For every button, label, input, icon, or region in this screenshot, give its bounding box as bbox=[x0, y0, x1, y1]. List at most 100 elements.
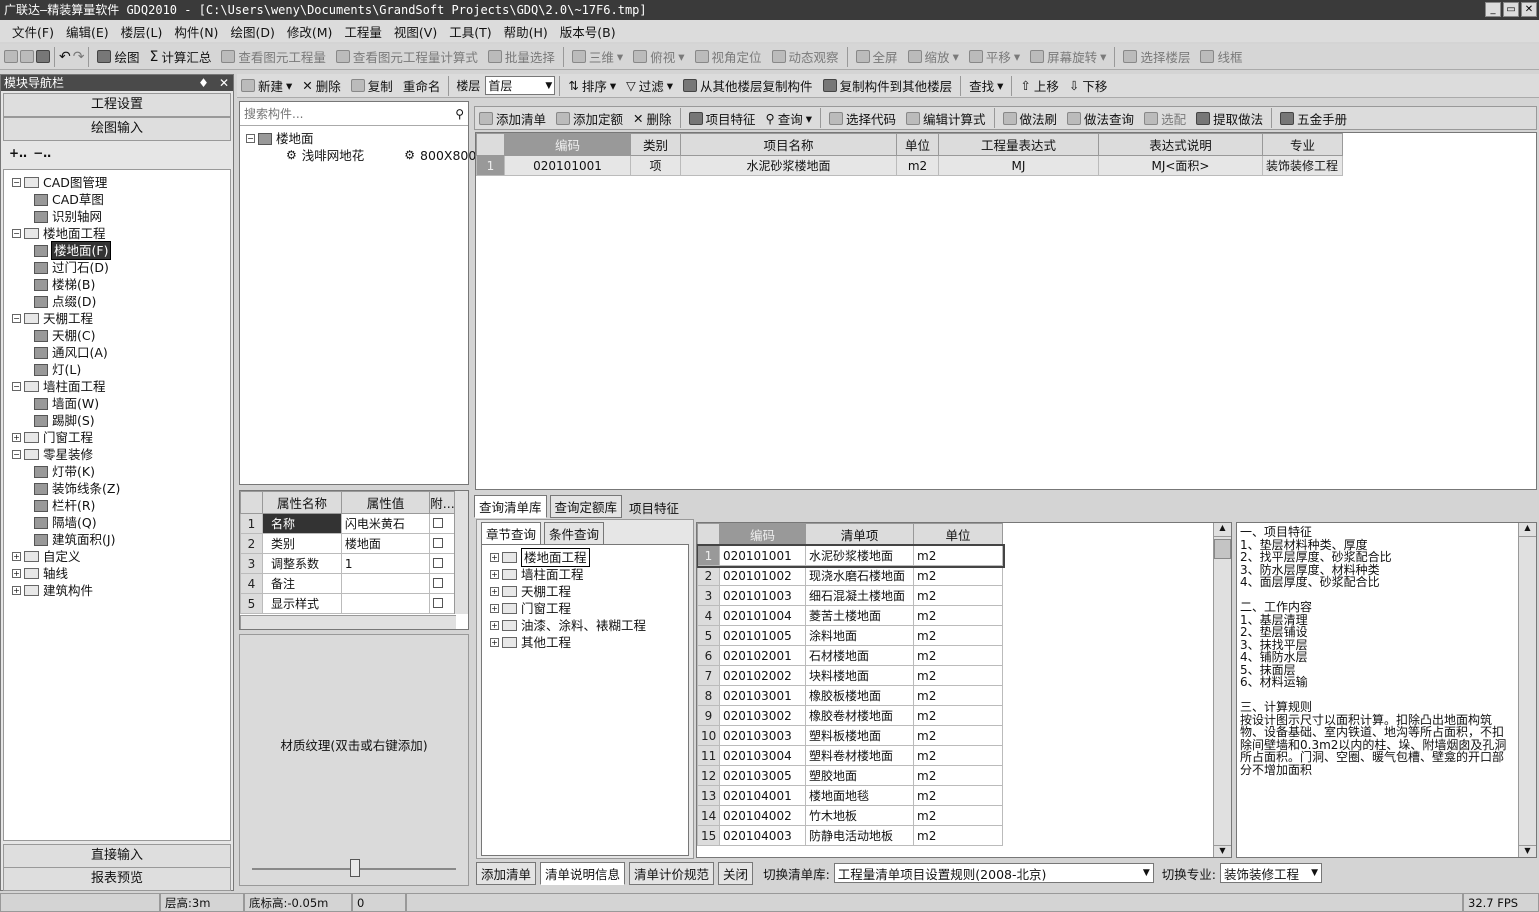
lib-col-code[interactable]: 编码 bbox=[719, 523, 806, 546]
floor-select[interactable]: 首层 ▼ bbox=[485, 76, 556, 95]
new-component-button[interactable]: 新建 ▾ bbox=[237, 75, 296, 97]
col-desc[interactable]: 表达式说明 bbox=[1098, 133, 1263, 156]
close-library-button[interactable]: 关闭 bbox=[718, 861, 754, 885]
lib-item[interactable]: 现浇水磨石楼地面 bbox=[805, 565, 914, 586]
chapter-folder[interactable]: + 门窗工程 bbox=[490, 600, 688, 617]
menu-draw[interactable]: 绘图(D) bbox=[224, 22, 280, 41]
table-row[interactable]: 2 020101002 现浇水磨石楼地面 m2 bbox=[697, 565, 1003, 586]
save-icon[interactable] bbox=[36, 50, 50, 63]
lib-code[interactable]: 020103004 bbox=[719, 745, 806, 766]
table-row[interactable]: 4 020101004 菱苦土楼地面 m2 bbox=[697, 605, 1003, 626]
expand-icon[interactable]: + bbox=[490, 570, 499, 579]
property-row[interactable]: 2 类别 楼地面 bbox=[240, 533, 456, 554]
project-settings-button[interactable]: 工程设置 bbox=[3, 93, 231, 117]
props-vscroll[interactable] bbox=[454, 491, 468, 614]
edit-formula-button[interactable]: 编辑计算式 bbox=[902, 107, 990, 129]
menu-edit[interactable]: 编辑(E) bbox=[60, 22, 115, 41]
tree-item[interactable]: 过门石(D) bbox=[12, 259, 230, 276]
lib-unit[interactable]: m2 bbox=[913, 605, 1003, 626]
lib-unit[interactable]: m2 bbox=[913, 805, 1003, 826]
lib-unit[interactable]: m2 bbox=[913, 645, 1003, 666]
lib-code[interactable]: 020101002 bbox=[719, 565, 806, 586]
expand-all-icon[interactable]: +‥ bbox=[9, 146, 27, 160]
collapse-icon[interactable]: − bbox=[12, 382, 21, 391]
item-feature-button[interactable]: 项目特征 bbox=[685, 107, 760, 129]
col-name[interactable]: 项目名称 bbox=[680, 133, 897, 156]
sort-button[interactable]: ⇅ 排序 ▾ bbox=[564, 75, 620, 97]
menu-component[interactable]: 构件(N) bbox=[168, 22, 224, 41]
top-view-button[interactable]: 俯视 ▾ bbox=[629, 46, 688, 68]
tree-item[interactable]: 天棚(C) bbox=[12, 327, 230, 344]
lib-item[interactable]: 橡胶卷材楼地面 bbox=[805, 705, 914, 726]
lib-code[interactable]: 020102002 bbox=[719, 665, 806, 686]
lib-unit[interactable]: m2 bbox=[913, 705, 1003, 726]
tree-item[interactable]: 楼梯(B) bbox=[12, 276, 230, 293]
property-row[interactable]: 3 调整系数 1 bbox=[240, 553, 456, 574]
lib-unit[interactable]: m2 bbox=[913, 785, 1003, 806]
lib-unit[interactable]: m2 bbox=[913, 725, 1003, 746]
props-hscroll[interactable] bbox=[240, 615, 456, 629]
expand-icon[interactable]: + bbox=[12, 586, 21, 595]
copy-from-floor-button[interactable]: 从其他楼层复制构件 bbox=[679, 75, 817, 97]
row-major[interactable]: 装饰装修工程 bbox=[1262, 155, 1343, 176]
tree-item[interactable]: 装饰线条(Z) bbox=[12, 480, 230, 497]
tab-condition-query[interactable]: 条件查询 bbox=[544, 522, 605, 545]
select-match-button[interactable]: 选配 bbox=[1140, 107, 1190, 129]
chapter-folder[interactable]: + 楼地面工程 bbox=[490, 548, 688, 567]
lib-code[interactable]: 020104002 bbox=[719, 805, 806, 826]
lib-unit[interactable]: m2 bbox=[913, 545, 1003, 566]
tree-item[interactable]: 栏杆(R) bbox=[12, 497, 230, 514]
tree-folder[interactable]: + 建筑构件 bbox=[12, 582, 230, 599]
lib-unit[interactable]: m2 bbox=[913, 765, 1003, 786]
lib-unit[interactable]: m2 bbox=[913, 585, 1003, 606]
direct-input-button[interactable]: 直接输入 bbox=[3, 844, 231, 868]
undo-icon[interactable]: ↶ bbox=[59, 49, 71, 65]
row-expr[interactable]: MJ bbox=[938, 155, 1099, 176]
open-file-icon[interactable] bbox=[20, 50, 34, 63]
collapse-all-icon[interactable]: −‥ bbox=[33, 146, 51, 160]
chapter-folder[interactable]: + 油漆、涂料、裱糊工程 bbox=[490, 617, 688, 634]
full-screen-button[interactable]: 全屏 bbox=[852, 46, 902, 68]
expand-icon[interactable]: + bbox=[490, 553, 499, 562]
filter-button[interactable]: ▽ 过滤 ▾ bbox=[622, 75, 677, 97]
new-file-icon[interactable] bbox=[4, 50, 18, 63]
tab-item-feature[interactable]: 项目特征 bbox=[625, 497, 683, 518]
lib-code[interactable]: 020103001 bbox=[719, 685, 806, 706]
find-button[interactable]: 查找 ▾ bbox=[965, 75, 1007, 97]
tree-folder[interactable]: + 轴线 bbox=[12, 565, 230, 582]
table-row[interactable]: 12 020103005 塑胶地面 m2 bbox=[697, 765, 1003, 786]
row-name[interactable]: 水泥砂浆楼地面 bbox=[680, 155, 897, 176]
query-button[interactable]: ⚲ 查询 ▾ bbox=[762, 107, 816, 129]
tree-folder[interactable]: + 自定义 bbox=[12, 548, 230, 565]
table-row[interactable]: 1 020101001 水泥砂浆楼地面 m2 bbox=[697, 543, 1005, 568]
lib-code[interactable]: 020103003 bbox=[719, 725, 806, 746]
move-up-button[interactable]: ⇧ 上移 bbox=[1016, 75, 1063, 97]
collapse-icon[interactable]: − bbox=[12, 229, 21, 238]
lib-unit[interactable]: m2 bbox=[913, 565, 1003, 586]
add-list-button[interactable]: 添加清单 bbox=[475, 107, 550, 129]
search-icon[interactable]: ⚲ bbox=[455, 107, 464, 121]
lib-code[interactable]: 020103005 bbox=[719, 765, 806, 786]
extract-method-button[interactable]: 提取做法 bbox=[1192, 107, 1267, 129]
property-row[interactable]: 5 显示样式 bbox=[240, 593, 456, 614]
lib-code[interactable]: 020102001 bbox=[719, 645, 806, 666]
texture-slider-thumb[interactable] bbox=[350, 859, 360, 877]
lib-code[interactable]: 020103002 bbox=[719, 705, 806, 726]
nav-close-icon[interactable]: ✕ bbox=[219, 76, 229, 90]
lib-col-item[interactable]: 清单项 bbox=[805, 523, 914, 546]
lib-item[interactable]: 楼地面地毯 bbox=[805, 785, 914, 806]
component-item[interactable]: ⚙ 浅啡网地花 bbox=[246, 147, 364, 164]
lib-code[interactable]: 020101004 bbox=[719, 605, 806, 626]
lib-item[interactable]: 塑料板楼地面 bbox=[805, 725, 914, 746]
switch-major-select[interactable]: 装饰装修工程 ▼ bbox=[1220, 863, 1322, 883]
tree-item[interactable]: 灯带(K) bbox=[12, 463, 230, 480]
lib-item[interactable]: 防静电活动地板 bbox=[805, 825, 914, 846]
property-value[interactable]: 楼地面 bbox=[340, 533, 431, 554]
tree-item[interactable]: 通风口(A) bbox=[12, 344, 230, 361]
view-formula-button[interactable]: 查看图元工程量计算式 bbox=[332, 46, 482, 68]
tree-item[interactable]: 隔墙(Q) bbox=[12, 514, 230, 531]
tab-chapter-query[interactable]: 章节查询 bbox=[481, 522, 542, 545]
expand-icon[interactable]: + bbox=[490, 621, 499, 630]
lib-unit[interactable]: m2 bbox=[913, 825, 1003, 846]
lib-item[interactable]: 石材楼地面 bbox=[805, 645, 914, 666]
